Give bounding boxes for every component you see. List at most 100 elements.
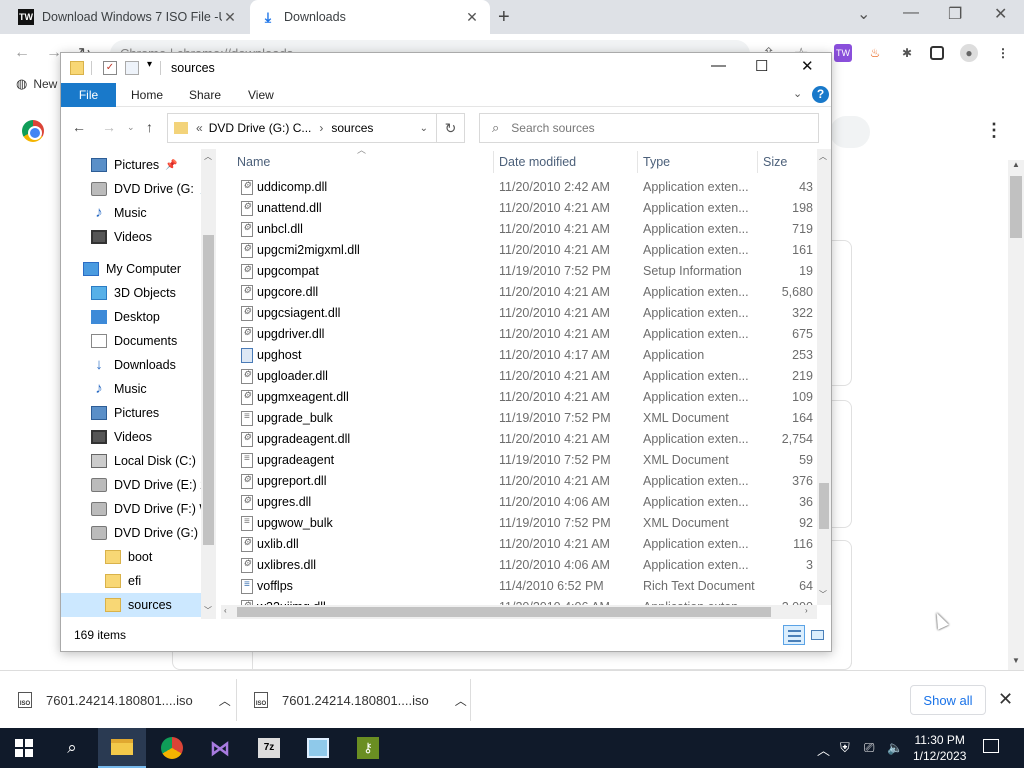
nav-item-dvd-drive-f-w[interactable]: DVD Drive (F:) W	[61, 497, 211, 521]
chrome-icon[interactable]	[158, 734, 186, 762]
file-row[interactable]: upgcompat 11/19/2010 7:52 PM Setup Informa…	[221, 261, 817, 282]
nav-item-music[interactable]: ♪ Music	[61, 201, 201, 225]
minimize-button[interactable]: —	[711, 57, 726, 74]
file-row[interactable]: upgradeagent 11/19/2010 7:52 PM XML Docume…	[221, 450, 817, 471]
scroll-thumb[interactable]	[237, 607, 771, 617]
close-button[interactable]: ✕	[801, 57, 814, 75]
navigation-scrollbar[interactable]: ︿ ﹀	[201, 149, 216, 619]
nav-item-my-computer[interactable]: My Computer	[61, 257, 201, 281]
nav-item-desktop[interactable]: Desktop	[61, 305, 201, 329]
side-panel-icon[interactable]	[930, 46, 944, 60]
chevron-up-icon[interactable]: ︿	[219, 692, 231, 709]
file-row[interactable]: upgwow_bulk 11/19/2010 7:52 PM XML Documen…	[221, 513, 817, 534]
chevron-down-icon[interactable]: ⌄	[857, 4, 870, 24]
forward-icon[interactable]: →	[102, 119, 116, 135]
scroll-right-icon[interactable]: ›	[805, 606, 808, 615]
file-row[interactable]: upgradeagent.dll 11/20/2010 4:21 AM Applic…	[221, 429, 817, 450]
scroll-down-icon[interactable]: ▼	[1012, 656, 1020, 665]
file-row[interactable]: vofflps 11/4/2010 6:52 PM Rich Text Docume…	[221, 576, 817, 597]
file-row[interactable]: uddicomp.dll 11/20/2010 2:42 AM Applicatio…	[221, 177, 817, 198]
nav-item-sources[interactable]: sources	[61, 593, 201, 617]
nav-item-3d-objects[interactable]: 3D Objects	[61, 281, 201, 305]
7zip-icon[interactable]: 7z	[255, 734, 283, 762]
new-folder-icon[interactable]	[125, 61, 139, 75]
scroll-thumb[interactable]	[1010, 176, 1022, 238]
divider[interactable]	[493, 151, 494, 173]
system-clock[interactable]: 11:30 PM 1/12/2023	[913, 732, 966, 764]
file-row[interactable]: upgreport.dll 11/20/2010 4:21 AM Applicati…	[221, 471, 817, 492]
recent-locations-icon[interactable]: ⌄	[127, 122, 135, 133]
downloads-menu-icon[interactable]: ⋮	[985, 120, 1003, 141]
file-row[interactable]: upghost 11/20/2010 4:17 AM Application 253	[221, 345, 817, 366]
nav-item-downloads[interactable]: ↓ Downloads	[61, 353, 201, 377]
refresh-button[interactable]: ↻	[437, 113, 465, 143]
nav-item-dvd-drive-e-20[interactable]: DVD Drive (E:) 20	[61, 473, 214, 497]
column-header-name[interactable]: Name	[237, 149, 270, 175]
app-icon[interactable]	[304, 734, 332, 762]
search-icon[interactable]: ⌕	[58, 734, 86, 762]
key-tool-icon[interactable]: ⚷	[354, 734, 382, 762]
tab-share[interactable]: Share	[189, 83, 221, 107]
nav-item-documents[interactable]: Documents	[61, 329, 201, 353]
breadcrumb-drive[interactable]: DVD Drive (G:) C...	[209, 121, 312, 135]
divider[interactable]	[757, 151, 758, 173]
tab-home[interactable]: Home	[131, 83, 163, 107]
breadcrumb-separator[interactable]: ›	[319, 121, 323, 135]
file-row[interactable]: upgdriver.dll 11/20/2010 4:21 AM Applicati…	[221, 324, 817, 345]
file-row[interactable]: upgcmi2migxml.dll 11/20/2010 4:21 AM Appli…	[221, 240, 817, 261]
large-icons-view-button[interactable]	[806, 625, 828, 645]
restore-button[interactable]: ❐	[948, 4, 962, 24]
details-view-button[interactable]	[783, 625, 805, 645]
extension-tw-icon[interactable]: TW	[834, 44, 852, 62]
file-explorer-icon[interactable]	[98, 728, 146, 768]
scroll-thumb[interactable]	[203, 235, 214, 545]
scroll-thumb[interactable]	[819, 483, 829, 529]
file-row[interactable]: upgres.dll 11/20/2010 4:06 AM Application …	[221, 492, 817, 513]
nav-item-dvd-drive-g[interactable]: DVD Drive (G:📌	[61, 177, 212, 201]
close-button[interactable]: ✕	[994, 4, 1007, 24]
column-header-size[interactable]: Size	[763, 149, 787, 175]
close-icon[interactable]: ✕	[222, 9, 238, 26]
volume-icon[interactable]: 🔈	[887, 740, 903, 756]
back-icon[interactable]: ←	[72, 119, 86, 135]
file-list-vertical-scrollbar[interactable]: ︿ ﹀	[817, 149, 831, 605]
customize-quick-access-icon[interactable]: ▾	[147, 59, 152, 70]
search-input[interactable]: ⌕ Search sources	[479, 113, 819, 143]
nav-item-videos[interactable]: Videos	[61, 425, 201, 449]
download-item[interactable]: ISO 7601.24214.180801....iso ︿	[18, 671, 231, 729]
file-row[interactable]: uxlibres.dll 11/20/2010 4:06 AM Applicatio…	[221, 555, 817, 576]
downloads-search[interactable]	[830, 116, 870, 148]
file-row[interactable]: upgrade_bulk 11/19/2010 7:52 PM XML Docume…	[221, 408, 817, 429]
nav-item-music[interactable]: ♪ Music	[61, 377, 201, 401]
column-header-date[interactable]: Date modified	[499, 149, 576, 175]
scroll-down-icon[interactable]: ﹀	[204, 605, 212, 616]
expand-ribbon-icon[interactable]: ⌄	[793, 87, 802, 100]
start-button[interactable]	[10, 734, 38, 762]
download-item[interactable]: ISO 7601.24214.180801....iso ︿	[254, 671, 467, 729]
bookmark-item[interactable]: ◍ New	[16, 76, 57, 92]
scroll-down-icon[interactable]: ﹀	[819, 589, 827, 600]
puzzle-extensions-icon[interactable]: ✱	[898, 44, 916, 62]
file-row[interactable]: upgmxeagent.dll 11/20/2010 4:21 AM Applica…	[221, 387, 817, 408]
file-list-horizontal-scrollbar[interactable]: ‹ ›	[221, 605, 817, 619]
maximize-button[interactable]: ☐	[755, 57, 768, 75]
chrome-menu-icon[interactable]: ⋮	[994, 44, 1012, 62]
chevron-up-icon[interactable]: ︿	[817, 740, 830, 759]
breadcrumb-overflow[interactable]: «	[196, 121, 203, 135]
file-row[interactable]: upgloader.dll 11/20/2010 4:21 AM Applicati…	[221, 366, 817, 387]
tab-downloads[interactable]: ⤓ Downloads ✕	[250, 0, 490, 34]
nav-item-local-disk-c[interactable]: Local Disk (C:)	[61, 449, 201, 473]
visual-studio-icon[interactable]: ⋈	[206, 734, 234, 762]
address-bar[interactable]: « DVD Drive (G:) C... › sources ⌄	[167, 113, 437, 143]
minimize-button[interactable]: —	[903, 4, 919, 22]
help-icon[interactable]: ?	[812, 86, 829, 103]
properties-icon[interactable]: ✓	[103, 61, 117, 75]
up-icon[interactable]: ↑	[146, 119, 153, 135]
nav-item-videos[interactable]: Videos	[61, 225, 201, 249]
scroll-up-icon[interactable]: ︿	[204, 151, 212, 162]
tab-view[interactable]: View	[248, 83, 274, 107]
file-row[interactable]: w32uiimg.dll 11/20/2010 4:06 AM Applicatio…	[221, 597, 817, 605]
notifications-icon[interactable]	[983, 739, 999, 753]
file-row[interactable]: unattend.dll 11/20/2010 4:21 AM Applicatio…	[221, 198, 817, 219]
scroll-left-icon[interactable]: ‹	[224, 606, 227, 615]
